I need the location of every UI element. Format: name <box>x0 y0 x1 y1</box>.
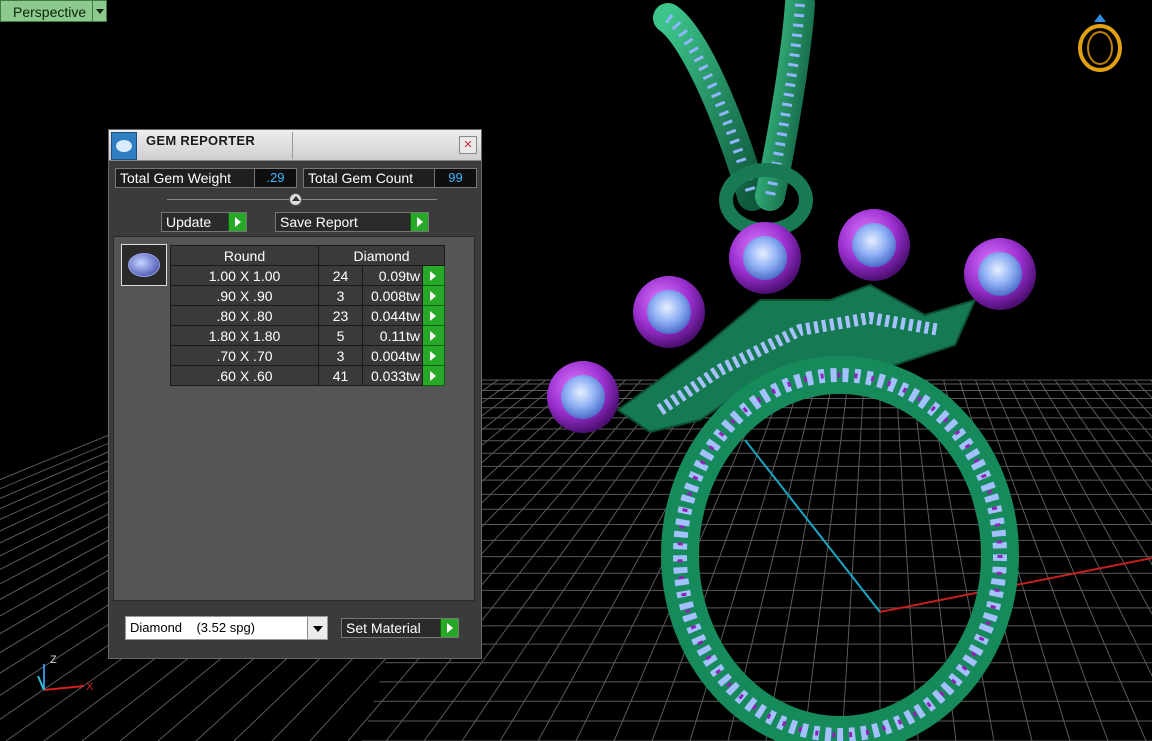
total-gem-weight: Total Gem Weight .29 <box>115 168 297 188</box>
table-row[interactable]: .90 X .90 3 0.008tw <box>170 285 445 306</box>
play-arrow-icon[interactable] <box>422 325 445 346</box>
total-gem-weight-value: .29 <box>255 168 297 188</box>
total-gem-weight-label: Total Gem Weight <box>115 168 255 188</box>
chevron-down-icon[interactable] <box>93 0 108 22</box>
gem-size-cell: .80 X .80 <box>170 305 319 326</box>
grid-line <box>803 379 849 741</box>
viewport-name[interactable]: Perspective <box>0 0 94 22</box>
grid-line <box>841 379 865 741</box>
gem-weight-cell: 0.004tw <box>362 345 423 366</box>
play-arrow-icon[interactable] <box>410 213 428 231</box>
ring-navigator-icon[interactable] <box>1078 14 1122 72</box>
material-select[interactable]: Diamond (3.52 spg) <box>125 616 328 640</box>
bezel-stone <box>964 238 1036 310</box>
viewport-label[interactable]: Perspective <box>0 0 108 22</box>
gem-weight-cell: 0.09tw <box>362 265 423 286</box>
round-gem-icon <box>128 253 160 277</box>
panel-splitter-track <box>167 199 437 200</box>
gem-weight-cell: 0.033tw <box>362 365 423 386</box>
gem-count-cell: 23 <box>318 305 363 326</box>
app-icon <box>111 132 137 160</box>
panel-titlebar[interactable]: GEM REPORTER × <box>109 130 481 161</box>
gem-count-cell: 5 <box>318 325 363 346</box>
gem-list-area[interactable]: Round Diamond 1.00 X 1.00 24 0.09tw .90 … <box>113 236 475 601</box>
gem-table-header: Round Diamond <box>170 245 445 266</box>
gem-reporter-panel: GEM REPORTER × Total Gem Weight .29 Tota… <box>108 129 482 659</box>
gem-weight-cell: 0.008tw <box>362 285 423 306</box>
title-divider <box>292 132 293 159</box>
save-report-button-label: Save Report <box>280 214 358 230</box>
table-row[interactable]: .60 X .60 41 0.033tw <box>170 365 445 386</box>
gem-size-cell: .60 X .60 <box>170 365 319 386</box>
gem-count-cell: 3 <box>318 285 363 306</box>
bezel-stone <box>729 222 801 294</box>
shape-header: Round <box>170 245 319 266</box>
save-report-button[interactable]: Save Report <box>275 212 429 232</box>
gem-size-cell: .70 X .70 <box>170 345 319 366</box>
play-arrow-icon[interactable] <box>422 265 445 286</box>
play-arrow-icon[interactable] <box>440 619 458 637</box>
pendant-bail <box>653 0 815 237</box>
gem-size-cell: 1.00 X 1.00 <box>170 265 319 286</box>
play-arrow-icon[interactable] <box>422 365 445 386</box>
update-button-label: Update <box>166 214 212 230</box>
bezel-stone <box>547 361 619 433</box>
bezel-stone <box>633 276 705 348</box>
material-header: Diamond <box>318 245 445 266</box>
play-arrow-icon[interactable] <box>228 213 246 231</box>
panel-title: GEM REPORTER <box>146 133 256 148</box>
axis-x-label: X <box>86 681 94 693</box>
table-row[interactable]: 1.80 X 1.80 5 0.11tw <box>170 325 445 346</box>
y-axis-line <box>744 439 881 613</box>
play-arrow-icon[interactable] <box>422 305 445 326</box>
table-row[interactable]: .80 X .80 23 0.044tw <box>170 305 445 326</box>
set-material-button[interactable]: Set Material <box>341 618 459 638</box>
total-gem-count: Total Gem Count 99 <box>303 168 477 188</box>
update-button[interactable]: Update <box>161 212 247 232</box>
table-row[interactable]: .70 X .70 3 0.004tw <box>170 345 445 366</box>
material-select-value[interactable]: Diamond (3.52 spg) <box>126 617 307 639</box>
close-icon[interactable]: × <box>459 136 477 154</box>
gem-count-cell: 41 <box>318 365 363 386</box>
grid-line <box>895 379 919 741</box>
gem-weight-cell: 0.11tw <box>362 325 423 346</box>
splitter-handle-icon[interactable] <box>289 193 302 206</box>
gem-count-cell: 3 <box>318 345 363 366</box>
play-arrow-icon[interactable] <box>422 345 445 366</box>
dropdown-arrow-icon[interactable] <box>307 617 327 639</box>
set-material-button-label: Set Material <box>346 620 421 636</box>
table-row[interactable]: 1.00 X 1.00 24 0.09tw <box>170 265 445 286</box>
gem-size-cell: 1.80 X 1.80 <box>170 325 319 346</box>
axis-z-label: Z <box>50 654 57 666</box>
gem-weight-cell: 0.044tw <box>362 305 423 326</box>
total-gem-count-value: 99 <box>435 168 477 188</box>
gem-thumbnail[interactable] <box>121 244 167 286</box>
grid-line <box>765 379 833 741</box>
play-arrow-icon[interactable] <box>422 285 445 306</box>
gem-size-cell: .90 X .90 <box>170 285 319 306</box>
gem-table: Round Diamond 1.00 X 1.00 24 0.09tw .90 … <box>170 245 445 386</box>
gem-count-cell: 24 <box>318 265 363 286</box>
total-gem-count-label: Total Gem Count <box>303 168 435 188</box>
bezel-stone <box>838 209 910 281</box>
